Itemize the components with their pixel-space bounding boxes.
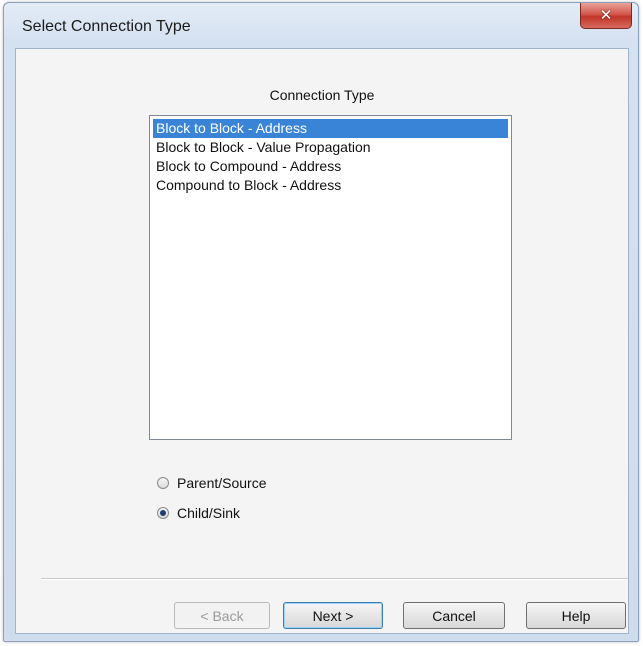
list-item[interactable]: Block to Block - Address	[153, 119, 508, 138]
dialog-client-area: Connection Type Block to Block - Address…	[15, 48, 629, 634]
parent-source-label: Parent/Source	[177, 475, 267, 491]
cancel-button[interactable]: Cancel	[403, 602, 505, 629]
radio-unchecked-icon[interactable]	[157, 477, 169, 489]
connection-type-list[interactable]: Block to Block - Address Block to Block …	[149, 115, 512, 440]
close-icon: ✕	[599, 6, 613, 24]
dialog-window: Select Connection Type ✕ Connection Type…	[3, 2, 639, 642]
radio-checked-icon[interactable]	[157, 507, 169, 519]
help-button[interactable]: Help	[526, 602, 626, 629]
child-sink-radio[interactable]: Child/Sink	[157, 503, 240, 523]
back-button[interactable]: < Back	[174, 602, 270, 629]
child-sink-label: Child/Sink	[177, 505, 241, 521]
parent-source-radio[interactable]: Parent/Source	[157, 473, 267, 493]
list-item[interactable]: Block to Compound - Address	[153, 157, 508, 176]
list-item[interactable]: Block to Block - Value Propagation	[153, 138, 508, 157]
title-bar[interactable]: Select Connection Type ✕	[4, 3, 638, 49]
list-item[interactable]: Compound to Block - Address	[153, 176, 508, 195]
separator	[41, 578, 628, 580]
close-button[interactable]: ✕	[580, 3, 632, 29]
next-button[interactable]: Next >	[283, 602, 383, 629]
window-title: Select Connection Type	[22, 18, 191, 35]
connection-type-label: Connection Type	[269, 87, 375, 103]
